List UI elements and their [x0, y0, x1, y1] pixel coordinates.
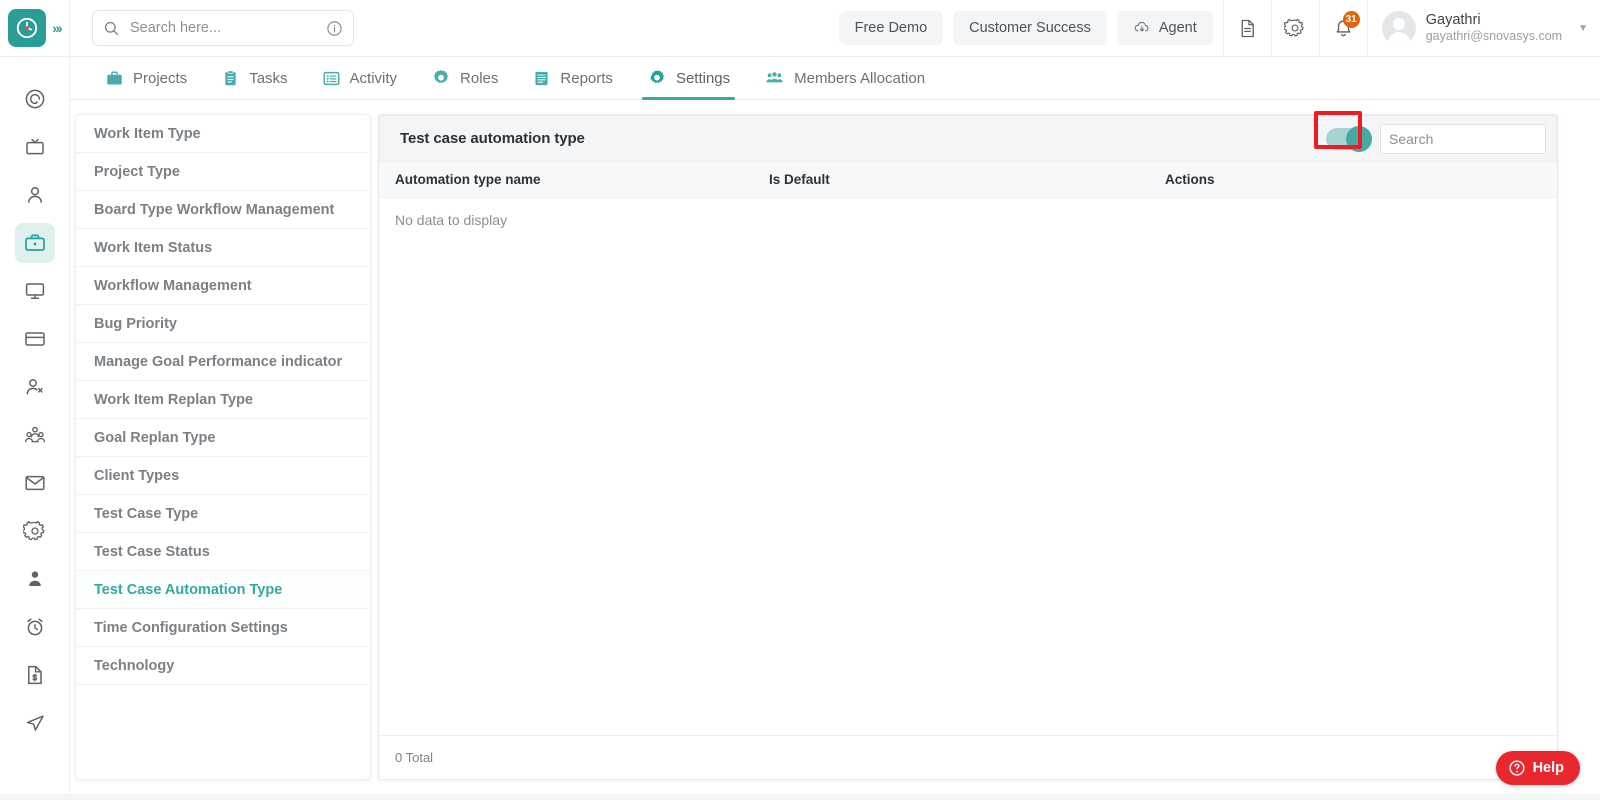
- gear-sun-icon: [433, 70, 449, 84]
- free-demo-label: Free Demo: [854, 20, 928, 36]
- settings-sidebar: Work Item Type Project Type Board Type W…: [75, 114, 371, 780]
- user-profile-icon[interactable]: [15, 559, 55, 599]
- main-nav-tabs: Projects Tasks Activity Roles Reports Se…: [70, 57, 1600, 100]
- top-header: »› Search here... Free Demo Customer Suc…: [0, 0, 1600, 57]
- notifications-bell[interactable]: 31: [1318, 0, 1367, 57]
- user-settings-icon[interactable]: [15, 367, 55, 407]
- team-group-icon[interactable]: [15, 415, 55, 455]
- search-input[interactable]: Search here...: [130, 20, 316, 36]
- tab-members-allocation-label: Members Allocation: [794, 69, 926, 87]
- report-icon: [535, 71, 548, 85]
- double-chevron-right-icon[interactable]: »›: [52, 20, 63, 36]
- table-header-row: Automation type name Is Default Actions: [379, 162, 1557, 198]
- show-inactive-toggle[interactable]: [1314, 110, 1372, 152]
- sidebar-item-work-item-type[interactable]: Work Item Type: [76, 115, 370, 153]
- panel-search-input[interactable]: Search: [1380, 123, 1546, 154]
- bottom-strip: [0, 794, 1600, 800]
- sidebar-item-project-type[interactable]: Project Type: [76, 153, 370, 191]
- sidebar-item-test-case-status[interactable]: Test Case Status: [76, 533, 370, 571]
- info-circle-icon[interactable]: [326, 20, 343, 37]
- tab-projects-label: Projects: [133, 69, 188, 87]
- sidebar-item-work-item-status[interactable]: Work Item Status: [76, 229, 370, 267]
- alarm-clock-icon[interactable]: [15, 607, 55, 647]
- tab-reports-label: Reports: [560, 69, 613, 87]
- cloud-download-icon: [1134, 21, 1149, 32]
- help-label: Help: [1532, 760, 1564, 776]
- header-right-group: Free Demo Customer Success Agent 31 Gaya…: [838, 0, 1600, 57]
- tab-activity[interactable]: Activity: [305, 57, 415, 100]
- global-search[interactable]: Search here...: [92, 10, 354, 46]
- gear-icon[interactable]: [15, 511, 55, 551]
- panel-header: Test case automation type Search: [379, 110, 1557, 162]
- tab-members-allocation[interactable]: Members Allocation: [747, 57, 942, 100]
- tab-roles[interactable]: Roles: [414, 57, 515, 100]
- sidebar-item-goal-replan-type[interactable]: Goal Replan Type: [76, 419, 370, 457]
- tab-tasks[interactable]: Tasks: [204, 57, 304, 100]
- user-email: gayathri@snovasys.com: [1425, 29, 1563, 43]
- send-paper-plane-icon[interactable]: [15, 703, 55, 743]
- avatar: [1381, 11, 1416, 45]
- rail-item-projects[interactable]: [14, 223, 55, 263]
- agent-button[interactable]: Agent: [1116, 11, 1213, 45]
- chevron-down-icon[interactable]: ▼: [1578, 23, 1588, 34]
- tab-activity-label: Activity: [349, 69, 398, 87]
- clock-logo-icon[interactable]: [8, 9, 47, 47]
- empty-state-message: No data to display: [395, 212, 508, 228]
- customer-success-button[interactable]: Customer Success: [953, 11, 1107, 45]
- gear-icon: [650, 70, 665, 84]
- tab-settings[interactable]: Settings: [630, 57, 747, 100]
- tab-reports[interactable]: Reports: [515, 57, 630, 100]
- sidebar-item-test-case-automation-type[interactable]: Test Case Automation Type: [76, 571, 370, 609]
- sidebar-item-manage-goal-performance-indicator[interactable]: Manage Goal Performance indicator: [76, 343, 370, 381]
- notification-badge: 31: [1342, 10, 1360, 28]
- search-icon: [104, 21, 119, 35]
- question-circle-icon: [1509, 760, 1525, 776]
- document-icon[interactable]: [1222, 0, 1271, 57]
- tab-roles-label: Roles: [460, 69, 499, 87]
- target-spiral-icon[interactable]: [15, 79, 55, 119]
- sidebar-item-board-type-workflow-management[interactable]: Board Type Workflow Management: [76, 191, 370, 229]
- gear-icon[interactable]: [1270, 0, 1319, 57]
- table-footer: 0 Total: [379, 735, 1557, 779]
- free-demo-button[interactable]: Free Demo: [838, 11, 944, 45]
- customer-success-label: Customer Success: [969, 20, 1091, 36]
- sidebar-item-workflow-management[interactable]: Workflow Management: [76, 267, 370, 305]
- tab-tasks-label: Tasks: [249, 69, 288, 87]
- people-group-icon: [766, 71, 783, 82]
- sidebar-item-client-types[interactable]: Client Types: [76, 457, 370, 495]
- sidebar-item-test-case-type[interactable]: Test Case Type: [76, 495, 370, 533]
- sidebar-item-bug-priority[interactable]: Bug Priority: [76, 305, 370, 343]
- credit-card-icon[interactable]: [15, 319, 55, 359]
- column-header-actions[interactable]: Actions: [1165, 172, 1557, 187]
- user-name: Gayathri: [1425, 12, 1481, 28]
- page-title: Test case automation type: [400, 130, 585, 147]
- main-panel: Test case automation type Search Automat…: [378, 110, 1558, 780]
- person-icon[interactable]: [15, 175, 55, 215]
- invoice-icon[interactable]: [15, 655, 55, 695]
- table-body: No data to display: [379, 198, 1557, 735]
- tv-screen-icon[interactable]: [15, 127, 55, 167]
- monitor-icon[interactable]: [15, 271, 55, 311]
- logo-area: »›: [0, 0, 70, 57]
- sidebar-item-time-configuration-settings[interactable]: Time Configuration Settings: [76, 609, 370, 647]
- toggle-knob: [1346, 125, 1372, 152]
- list-grid-icon: [323, 71, 340, 85]
- briefcase-icon: [24, 234, 45, 251]
- agent-label: Agent: [1158, 20, 1197, 36]
- clipboard-icon: [225, 69, 236, 85]
- help-button[interactable]: Help: [1495, 751, 1580, 785]
- app-root: »› Search here... Free Demo Customer Suc…: [0, 0, 1600, 800]
- tab-settings-label: Settings: [675, 69, 731, 87]
- user-menu[interactable]: Gayathri gayathri@snovasys.com ▼: [1366, 0, 1600, 57]
- column-header-is-default[interactable]: Is Default: [769, 172, 1165, 187]
- column-header-automation-type-name[interactable]: Automation type name: [379, 172, 769, 187]
- sidebar-item-work-item-replan-type[interactable]: Work Item Replan Type: [76, 381, 370, 419]
- total-count: 0 Total: [395, 750, 434, 765]
- briefcase-icon: [107, 70, 122, 85]
- sidebar-item-technology[interactable]: Technology: [76, 647, 370, 685]
- tab-projects[interactable]: Projects: [88, 57, 204, 100]
- panel-header-controls: Search: [1314, 110, 1546, 154]
- mail-icon[interactable]: [15, 463, 55, 503]
- left-icon-rail: [0, 57, 70, 800]
